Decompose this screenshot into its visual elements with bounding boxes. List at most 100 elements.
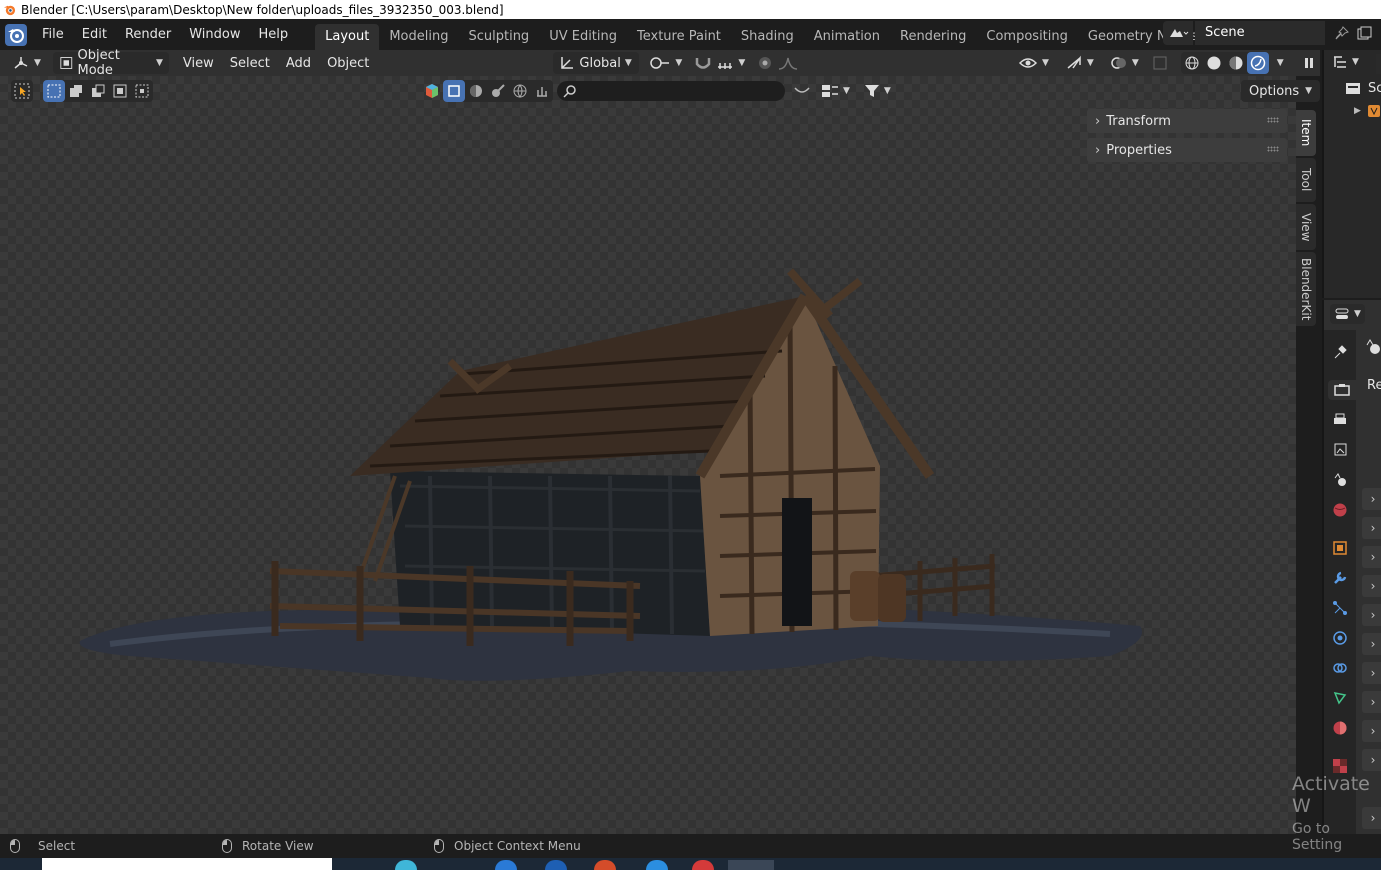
tab-scene[interactable] — [1330, 470, 1350, 490]
filter-material-button[interactable] — [465, 80, 487, 102]
drag-handle-icon[interactable] — [1267, 117, 1279, 123]
xray-toggle[interactable] — [1149, 52, 1171, 74]
outliner-scene-row[interactable]: Sc — [1344, 80, 1381, 96]
add-menu[interactable]: Add — [278, 56, 319, 71]
outliner-editor-type[interactable]: ▼ — [1332, 54, 1359, 70]
tab-particles[interactable] — [1330, 598, 1350, 618]
filter-dropdown[interactable]: ▼ — [858, 80, 897, 102]
select-menu[interactable]: Select — [222, 56, 278, 71]
select-invert-button[interactable] — [109, 80, 131, 102]
house-model[interactable] — [70, 186, 1160, 696]
taskbar-app-icon[interactable] — [692, 860, 714, 870]
expand-panel-button[interactable]: › — [1362, 720, 1381, 742]
expand-arrow-icon[interactable]: ▶ — [1354, 106, 1361, 116]
tab-material[interactable] — [1330, 718, 1350, 738]
properties-editor-type[interactable]: ▼ — [1330, 304, 1365, 324]
filter-scene-button[interactable] — [531, 80, 553, 102]
editor-type-button[interactable]: ▼ — [6, 52, 47, 74]
expand-panel-button[interactable]: › — [1362, 633, 1381, 655]
object-menu[interactable]: Object — [319, 56, 377, 71]
tab-view[interactable]: View — [1296, 204, 1316, 250]
scene-name-field[interactable]: Scene — [1195, 21, 1325, 45]
taskbar-app-icon[interactable] — [594, 860, 616, 870]
chevron-down-icon[interactable]: ▼ — [1277, 58, 1284, 68]
tab-world[interactable] — [1330, 500, 1350, 520]
view-menu[interactable]: View — [175, 56, 222, 71]
tab-shading[interactable]: Shading — [731, 24, 804, 50]
tab-tool-settings[interactable] — [1330, 342, 1350, 362]
tab-blenderkit[interactable]: BlenderKit — [1296, 252, 1316, 326]
outliner-filter-button[interactable] — [1376, 54, 1381, 74]
select-new-button[interactable] — [43, 80, 65, 102]
material-preview-icon-button[interactable] — [421, 80, 443, 102]
new-scene-icon[interactable] — [1357, 26, 1373, 40]
tab-sculpting[interactable]: Sculpting — [458, 24, 539, 50]
transform-panel-header[interactable]: › Transform — [1087, 109, 1287, 133]
material-shading-button[interactable] — [1225, 52, 1247, 74]
wireframe-shading-button[interactable] — [1181, 52, 1203, 74]
expand-panel-button[interactable]: › — [1362, 575, 1381, 597]
visibility-dropdown[interactable]: ▼ — [1012, 52, 1055, 74]
pivot-dropdown[interactable]: ▼ — [643, 52, 688, 74]
tab-output[interactable] — [1330, 410, 1350, 430]
sort-direction-button[interactable] — [791, 80, 813, 102]
tab-rendering[interactable]: Rendering — [890, 24, 976, 50]
gizmo-dropdown[interactable]: ▼ — [1059, 52, 1100, 74]
scene-browse-button[interactable] — [1163, 21, 1193, 45]
pin-icon[interactable] — [1335, 26, 1349, 40]
expand-panel-button[interactable]: › — [1362, 604, 1381, 626]
drag-handle-icon[interactable] — [1267, 146, 1279, 152]
tab-uv-editing[interactable]: UV Editing — [539, 24, 627, 50]
options-dropdown[interactable]: Options ▼ — [1241, 80, 1321, 102]
menu-window[interactable]: Window — [180, 22, 249, 48]
solid-shading-button[interactable] — [1203, 52, 1225, 74]
3d-viewport[interactable] — [0, 76, 1296, 834]
tab-object[interactable] — [1330, 538, 1350, 558]
tab-tool[interactable]: Tool — [1296, 158, 1316, 202]
expand-panel-button[interactable]: › — [1362, 662, 1381, 684]
rendered-shading-button[interactable] — [1246, 52, 1269, 74]
tab-constraints[interactable] — [1330, 658, 1350, 678]
expand-panel-button[interactable]: › — [1362, 546, 1381, 568]
filter-brush-button[interactable] — [487, 80, 509, 102]
mode-dropdown[interactable]: Object Mode ▼ — [52, 48, 169, 78]
tab-physics[interactable] — [1330, 628, 1350, 648]
tab-data[interactable] — [1330, 688, 1350, 708]
blender-menu-icon[interactable] — [5, 23, 27, 46]
taskbar-search-box[interactable] — [42, 858, 332, 870]
tab-item[interactable]: Item — [1296, 110, 1316, 156]
select-intersect-button[interactable] — [131, 80, 153, 102]
properties-panel-header[interactable]: › Properties — [1087, 138, 1287, 162]
tab-modifiers[interactable] — [1330, 568, 1350, 588]
expand-panel-button[interactable]: › — [1362, 517, 1381, 539]
filter-object-button[interactable] — [443, 80, 465, 102]
outliner-object-row[interactable]: ▶ — [1354, 104, 1381, 118]
menu-edit[interactable]: Edit — [73, 22, 116, 48]
taskbar-app-icon[interactable] — [646, 860, 668, 870]
select-extend-button[interactable] — [65, 80, 87, 102]
select-subtract-button[interactable] — [87, 80, 109, 102]
menu-file[interactable]: File — [33, 22, 73, 48]
taskbar-blender-app[interactable] — [728, 860, 774, 870]
tab-view-layer[interactable] — [1330, 440, 1350, 460]
tab-texture-paint[interactable]: Texture Paint — [627, 24, 731, 50]
expand-panel-button[interactable]: › — [1362, 488, 1381, 510]
display-mode-dropdown[interactable]: ▼ — [815, 80, 856, 102]
tab-render[interactable] — [1328, 380, 1356, 400]
pause-render-button[interactable] — [1298, 52, 1320, 74]
tab-modeling[interactable]: Modeling — [379, 24, 458, 50]
menu-render[interactable]: Render — [116, 22, 180, 48]
taskbar-app-icon[interactable] — [395, 860, 417, 870]
tab-compositing[interactable]: Compositing — [976, 24, 1078, 50]
active-tool-button[interactable] — [11, 80, 33, 102]
tab-animation[interactable]: Animation — [804, 24, 890, 50]
proportional-edit-toggle[interactable] — [751, 52, 805, 74]
asset-search-input[interactable] — [557, 81, 785, 101]
filter-world-button[interactable] — [509, 80, 531, 102]
menu-help[interactable]: Help — [250, 22, 298, 48]
taskbar-app-icon[interactable] — [545, 860, 567, 870]
tab-layout[interactable]: Layout — [315, 24, 380, 50]
expand-panel-button[interactable]: › — [1362, 691, 1381, 713]
overlays-dropdown[interactable]: ▼ — [1104, 52, 1145, 74]
expand-panel-button[interactable]: › — [1362, 749, 1381, 771]
